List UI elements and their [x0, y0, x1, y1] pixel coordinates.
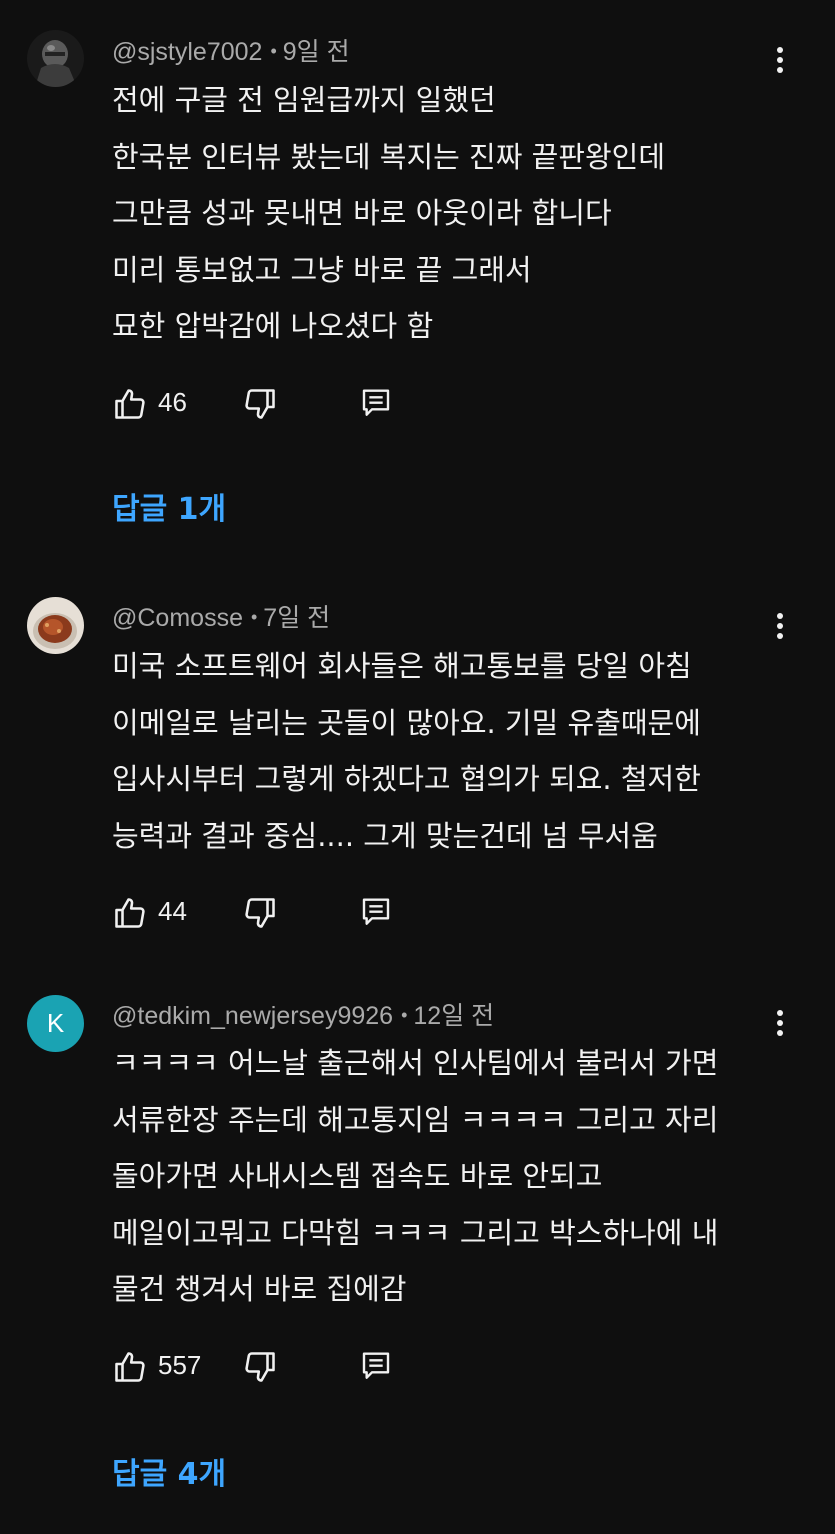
author-avatar[interactable]: [27, 597, 84, 654]
dislike-button[interactable]: [242, 1349, 278, 1385]
more-vert-icon[interactable]: [766, 606, 794, 646]
reply-button[interactable]: [360, 1349, 392, 1385]
comment-line: 물건 챙겨서 바로 집에감: [112, 1272, 407, 1306]
reply-button[interactable]: [360, 386, 392, 422]
comment-text: 미국 소프트웨어 회사들은 해고통보를 당일 아침 이메일로 날리는 곳들이 많…: [112, 638, 701, 864]
like-count: 44: [158, 896, 187, 926]
avatar-letter: K: [46, 1008, 65, 1038]
comment-reply-icon: [362, 1352, 390, 1379]
more-vert-icon[interactable]: [766, 1003, 794, 1043]
separator-dot: •: [250, 607, 258, 627]
comment-line: 메일이고뭐고 다막힘 ㅋㅋㅋ 그리고 박스하나에 내: [112, 1215, 719, 1250]
author-handle[interactable]: @Comosse: [112, 604, 243, 632]
coffee-cup-avatar: [27, 597, 84, 654]
separator-dot: •: [270, 41, 277, 61]
comment-line: 한국분 인터뷰 봤는데 복지는 진짜 끝판왕인데: [112, 139, 666, 174]
comment-meta: @tedkim_newjersey9926 • 12일 전: [112, 996, 494, 1032]
author-avatar[interactable]: K: [27, 995, 84, 1052]
comment-meta: @Comosse • 7일 전: [112, 598, 330, 634]
knight-helmet-avatar: [27, 30, 84, 87]
view-replies-button[interactable]: 답글 1개: [112, 484, 226, 528]
dislike-button[interactable]: [242, 386, 278, 422]
comment-time[interactable]: 12일 전: [413, 1002, 494, 1030]
author-handle[interactable]: @tedkim_newjersey9926: [112, 1002, 393, 1030]
comment-time[interactable]: 9일 전: [283, 38, 350, 66]
author-avatar[interactable]: [27, 30, 84, 87]
comment-line: 능력과 결과 중심.... 그게 맞는건데 넘 무서움: [112, 818, 658, 853]
comment-line: 미국 소프트웨어 회사들은 해고통보를 당일 아침: [112, 649, 692, 683]
thumb-down-icon: [245, 389, 275, 419]
like-button[interactable]: 557: [112, 1349, 222, 1385]
thumb-up-icon: [115, 389, 145, 419]
thumb-up-icon: [115, 1352, 145, 1382]
separator-dot: •: [401, 1005, 408, 1025]
comment-time[interactable]: 7일 전: [263, 604, 330, 632]
comment-line: 전에 구글 전 임원급까지 일했던: [112, 83, 496, 117]
comment-line: 돌아가면 사내시스템 접속도 바로 안되고: [112, 1159, 603, 1193]
comment-text: ㅋㅋㅋㅋ 어느날 출근해서 인사팀에서 불러서 가면 서류한장 주는데 해고통지…: [112, 1035, 718, 1318]
author-handle[interactable]: @sjstyle7002: [112, 38, 262, 66]
reply-button[interactable]: [360, 895, 392, 931]
comment-line: 서류한장 주는데 해고통지임 ㅋㅋㅋㅋ 그리고 자리: [112, 1102, 719, 1137]
comment-line: 묘한 압박감에 나오셨다 함: [112, 309, 434, 343]
comment-line: 입사시부터 그렇게 하겠다고 협의가 되요. 철저한: [112, 762, 701, 796]
dislike-button[interactable]: [242, 895, 278, 931]
more-vert-icon[interactable]: [766, 40, 794, 80]
comment-text: 전에 구글 전 임원급까지 일했던 한국분 인터뷰 봤는데 복지는 진짜 끝판왕…: [112, 72, 665, 355]
comment-reply-icon: [362, 389, 390, 416]
comment-line: 이메일로 날리는 곳들이 많아요. 기밀 유출때문에: [112, 705, 701, 740]
comment-line: 그만큼 성과 못내면 바로 아웃이라 합니다: [112, 196, 612, 230]
thumb-up-icon: [115, 898, 145, 928]
comment-meta: @sjstyle7002 • 9일 전: [112, 32, 350, 68]
like-count: 557: [158, 1350, 202, 1380]
comment-line: 미리 통보없고 그냥 바로 끝 그래서: [112, 252, 532, 287]
comment-reply-icon: [362, 898, 390, 925]
comment-line: ㅋㅋㅋㅋ 어느날 출근해서 인사팀에서 불러서 가면: [112, 1046, 719, 1080]
thumb-down-icon: [245, 898, 275, 928]
like-count: 46: [158, 387, 187, 417]
like-button[interactable]: 46: [112, 386, 212, 422]
thumb-down-icon: [245, 1352, 275, 1382]
view-replies-button[interactable]: 답글 4개: [112, 1449, 226, 1493]
like-button[interactable]: 44: [112, 895, 212, 931]
